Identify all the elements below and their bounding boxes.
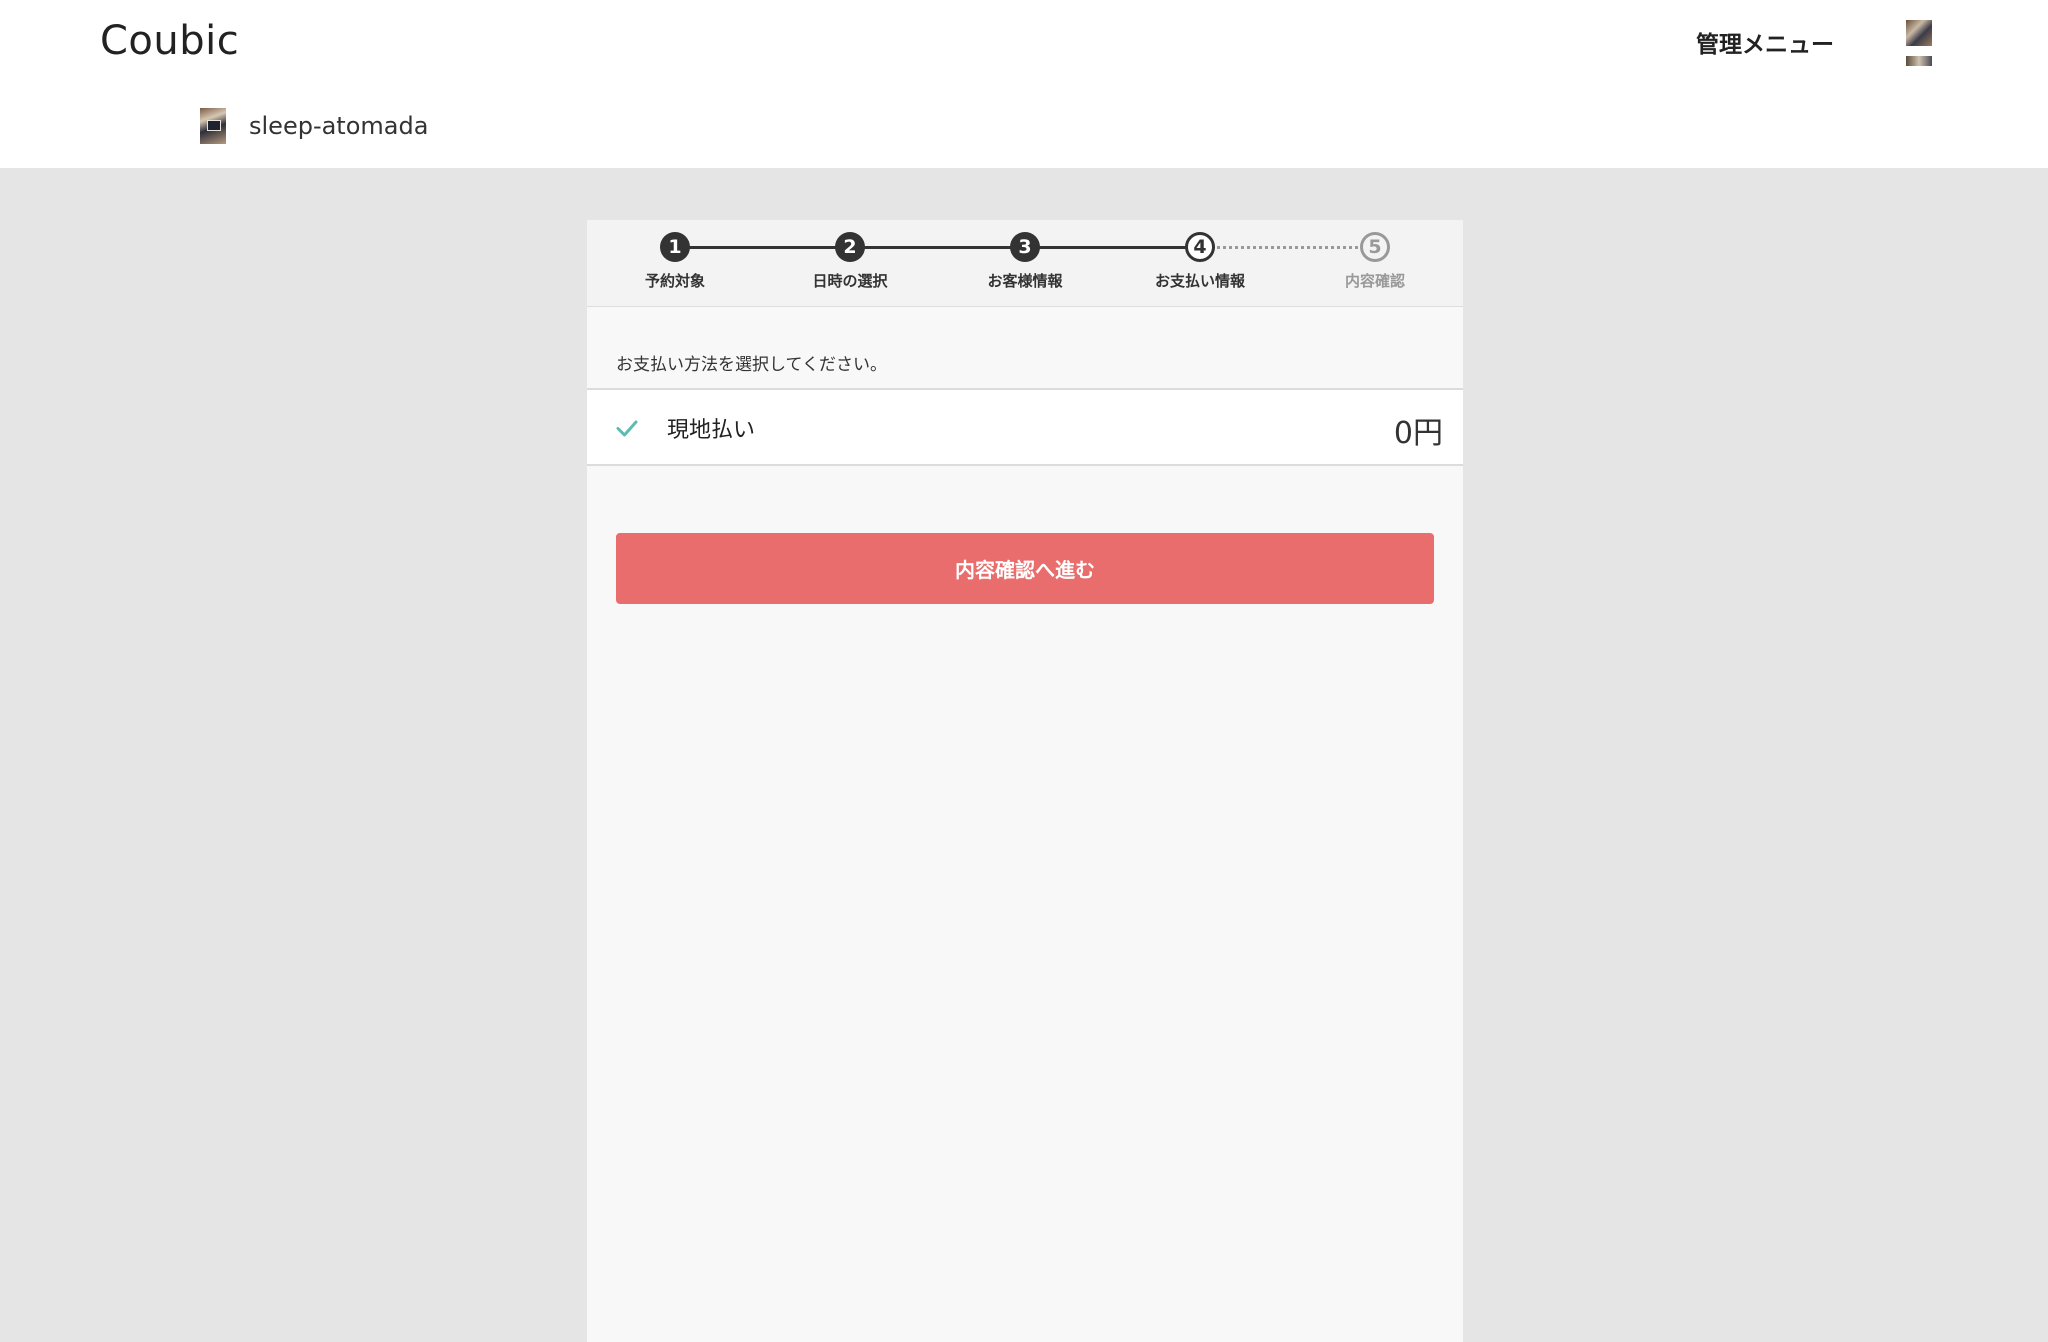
- step-connector-1-2: [675, 246, 850, 249]
- admin-menu-link[interactable]: 管理メニュー: [1696, 25, 1834, 59]
- step-connector-3-4: [1025, 246, 1200, 249]
- step-5-indicator: 5: [1360, 232, 1390, 262]
- user-avatar[interactable]: [1906, 20, 1932, 66]
- step-2-label: 日時の選択: [812, 272, 888, 290]
- top-header: Coubic 管理メニュー sleep-atomada: [0, 0, 2048, 168]
- step-connector-2-3: [850, 246, 1025, 249]
- step-3-indicator: 3: [1010, 232, 1040, 262]
- payment-instruction: お支払い方法を選択してください。: [616, 355, 887, 375]
- step-connector-4-5: [1200, 246, 1375, 249]
- step-5-label: 内容確認: [1344, 272, 1405, 290]
- payment-option-onsite[interactable]: 現地払い 0円: [587, 388, 1463, 466]
- shop-avatar: [200, 108, 226, 144]
- payment-option-price: 0円: [1393, 416, 1443, 451]
- step-2-indicator: 2: [835, 232, 865, 262]
- check-icon: [616, 420, 638, 437]
- brand-logo[interactable]: Coubic: [100, 18, 239, 64]
- step-4-label: お支払い情報: [1154, 272, 1245, 290]
- user-avatar-image: [1906, 20, 1932, 46]
- progress-steps: 1 2 3 4 5 予約対象 日時の選択 お客様情報 お支払い情報 内容確認: [587, 220, 1463, 307]
- proceed-to-confirm-button[interactable]: 内容確認へ進む: [616, 533, 1434, 604]
- step-1-indicator: 1: [660, 232, 690, 262]
- payment-option-name: 現地払い: [667, 418, 756, 443]
- step-3-label: お客様情報: [987, 272, 1063, 290]
- user-avatar-image-strip: [1906, 56, 1932, 66]
- booking-panel: 1 2 3 4 5 予約対象 日時の選択 お客様情報 お支払い情報 内容確認 お…: [587, 220, 1463, 1342]
- step-1-label: 予約対象: [644, 272, 705, 290]
- shop-name[interactable]: sleep-atomada: [249, 112, 428, 140]
- step-4-indicator: 4: [1185, 232, 1215, 262]
